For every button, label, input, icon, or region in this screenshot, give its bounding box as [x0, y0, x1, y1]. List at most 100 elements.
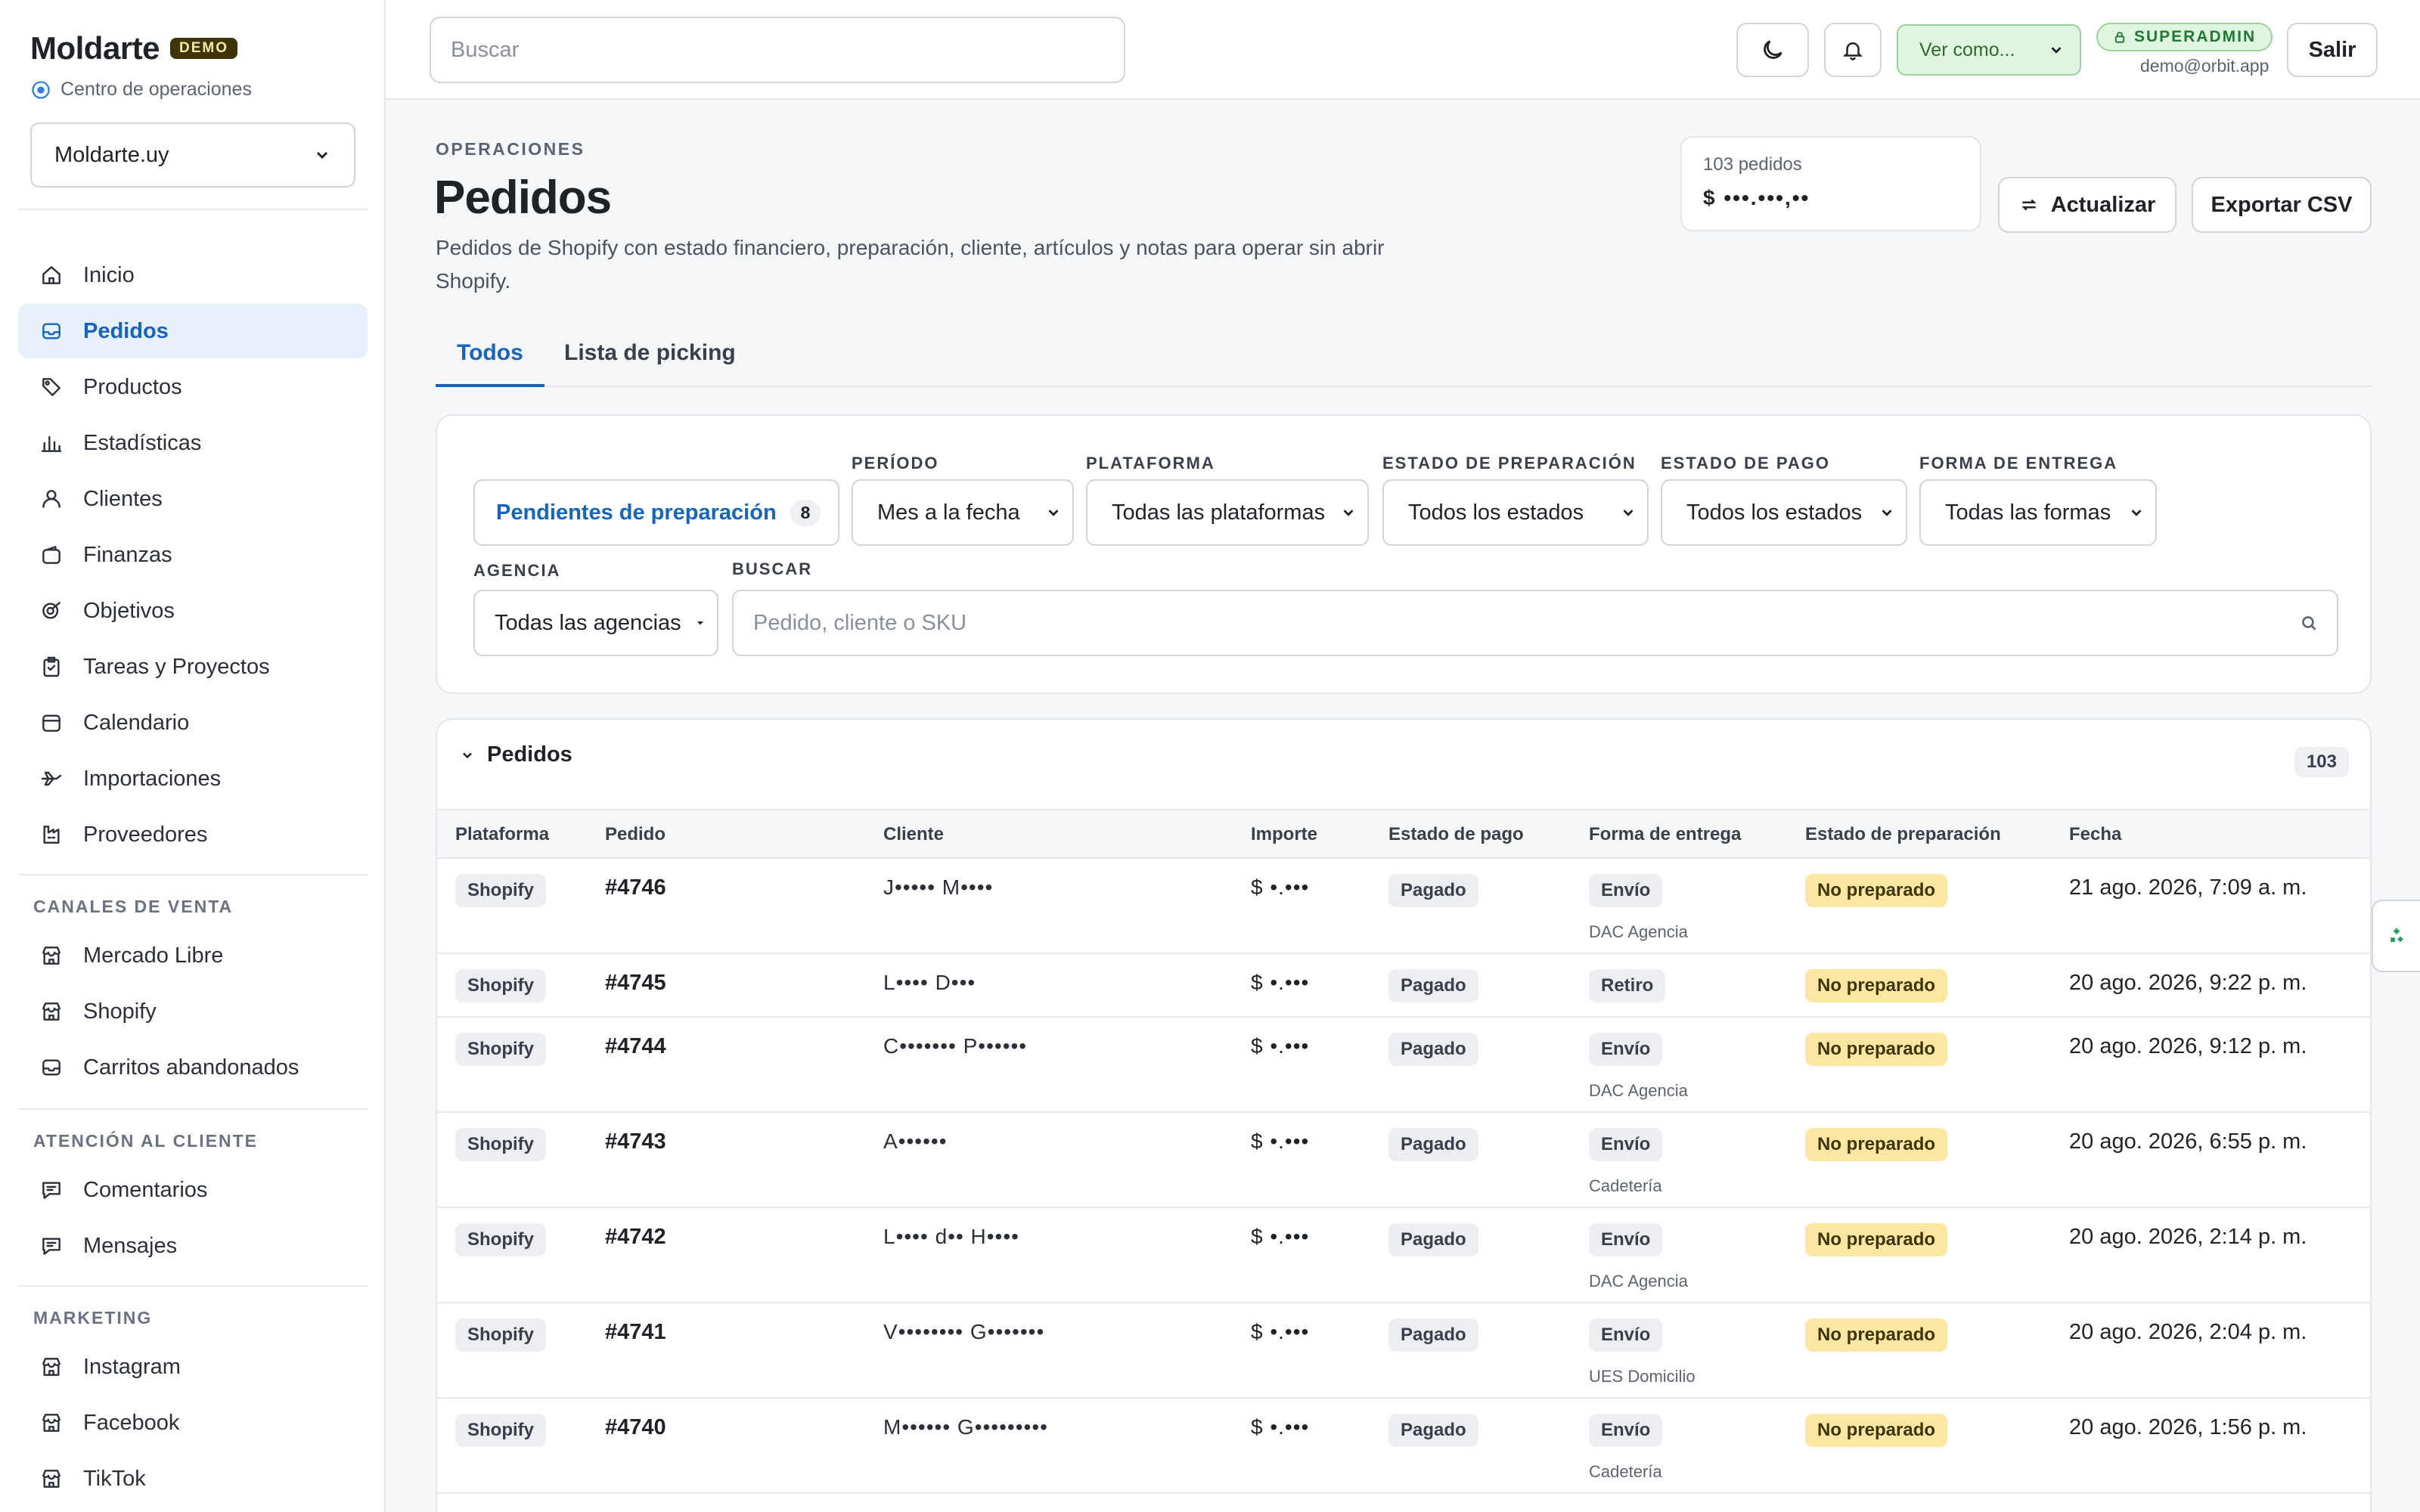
lock-icon: [2114, 32, 2125, 43]
payment-status-label: ESTADO DE PAGO: [1661, 454, 1830, 472]
sidebar-item-shopify[interactable]: Shopify: [18, 984, 368, 1039]
sidebar-item-pedidos[interactable]: Pedidos: [18, 304, 368, 358]
tab-todos[interactable]: Todos: [436, 340, 544, 387]
sidebar-item-finanzas[interactable]: Finanzas: [18, 528, 368, 582]
notifications-button[interactable]: [1824, 23, 1882, 77]
preparation-status-badge: No preparado: [1805, 874, 1948, 907]
sidebar-item-label: Tareas y Proyectos: [83, 654, 270, 679]
sidebar-item-calendario[interactable]: Calendario: [18, 696, 368, 750]
pending-preparation-label: Pendientes de preparación: [496, 500, 777, 525]
sidebar-item-label: Finanzas: [83, 542, 172, 567]
column-header[interactable]: Plataforma: [455, 824, 549, 845]
sidebar-item-facebook[interactable]: Facebook: [18, 1396, 368, 1450]
sidebar-item-instagram[interactable]: Instagram: [18, 1340, 368, 1394]
column-header[interactable]: Fecha: [2069, 824, 2121, 845]
sidebar-item-inicio[interactable]: Inicio: [18, 248, 368, 302]
sidebar-item-label: Inicio: [83, 262, 135, 287]
table-row[interactable]: Shopify #4741 V•••••••• G••••••• $ •.••• Pag…: [437, 1303, 2370, 1399]
column-header[interactable]: Forma de entrega: [1589, 824, 1741, 845]
table-row[interactable]: Shopify #4746 J••••• M•••• $ •.••• Pagado Env…: [437, 859, 2370, 954]
sidebar-item-label: Mensajes: [83, 1233, 178, 1258]
order-number-link[interactable]: #4742: [605, 1225, 666, 1250]
order-number-link[interactable]: #4745: [605, 971, 666, 996]
page-title: Pedidos: [434, 172, 612, 224]
section-title-support: ATENCIÓN AL CLIENTE: [33, 1131, 258, 1151]
delivery-method-badge: Envío: [1589, 1128, 1663, 1161]
sidebar-item-estadisticas[interactable]: Estadísticas: [18, 416, 368, 470]
order-number-link[interactable]: #4741: [605, 1320, 666, 1345]
table-row[interactable]: Shopify #4745 L•••• D••• $ •.••• Pagado Retir…: [437, 954, 2370, 1018]
sidebar-item-comentarios[interactable]: Comentarios: [18, 1163, 368, 1217]
table-row[interactable]: Shopify #4740 M•••••• G••••••••• $ •.••• Pag…: [437, 1399, 2370, 1494]
export-csv-button[interactable]: Exportar CSV: [2192, 177, 2372, 233]
summary-count: 103 pedidos: [1703, 154, 1802, 175]
sidebar-item-productos[interactable]: Productos: [18, 360, 368, 414]
global-search-input[interactable]: Buscar: [430, 17, 1125, 83]
sidebar-item-mensajes[interactable]: Mensajes: [18, 1219, 368, 1273]
theme-toggle-button[interactable]: [1736, 23, 1809, 77]
order-number-link[interactable]: #4746: [605, 875, 666, 900]
order-date: 20 ago. 2026, 9:22 p. m.: [2069, 971, 2307, 995]
sidebar-item-objetivos[interactable]: Objetivos: [18, 584, 368, 638]
pending-preparation-filter-button[interactable]: Pendientes de preparación 8: [473, 479, 839, 546]
column-header[interactable]: Estado de pago: [1388, 824, 1524, 845]
platform-badge: Shopify: [455, 969, 546, 1002]
order-amount: $ •.•••: [1251, 1415, 1310, 1439]
sidebar-item-carritos-abandonados[interactable]: Carritos abandonados: [18, 1040, 368, 1095]
order-number-link[interactable]: #4744: [605, 1034, 666, 1059]
sidebar-item-label: Comentarios: [83, 1177, 208, 1202]
view-as-value: Ver como...: [1919, 39, 2015, 60]
order-number-link[interactable]: #4740: [605, 1415, 666, 1440]
sidebar-item-tiktok[interactable]: TikTok: [18, 1452, 368, 1506]
view-as-select[interactable]: Ver como...: [1897, 24, 2081, 76]
refresh-label: Actualizar: [2050, 192, 2156, 217]
orders-search-input[interactable]: Pedido, cliente o SKU: [732, 590, 2338, 656]
orders-section-title: Pedidos: [487, 742, 572, 767]
period-select[interactable]: Mes a la fecha: [852, 479, 1074, 546]
column-header[interactable]: Pedido: [605, 824, 666, 845]
delivery-method-badge: Envío: [1589, 1033, 1663, 1066]
sidebar-item-clientes[interactable]: Clientes: [18, 472, 368, 526]
platform-badge: Shopify: [455, 1318, 546, 1352]
sidebar-item-importaciones[interactable]: Importaciones: [18, 751, 368, 806]
tab-picking-list[interactable]: Lista de picking: [543, 340, 757, 387]
payment-status-badge: Pagado: [1388, 1033, 1478, 1066]
store-icon: [42, 1358, 60, 1376]
sidebar-divider: [18, 1108, 368, 1110]
sidebar: Moldarte DEMO Centro de operaciones Mold…: [0, 0, 386, 1512]
organization-select[interactable]: Moldarte.uy: [30, 122, 355, 187]
assistant-side-tab[interactable]: [2372, 900, 2420, 972]
calendar-icon: [42, 714, 60, 732]
orders-section-toggle[interactable]: Pedidos: [460, 742, 572, 767]
order-number-link[interactable]: #4743: [605, 1129, 666, 1154]
chevron-down-icon: [1882, 510, 1892, 516]
delivery-method-select[interactable]: Todas las formas: [1919, 479, 2157, 546]
user-icon: [42, 490, 60, 508]
platform-select[interactable]: Todas las plataformas: [1086, 479, 1369, 546]
sidebar-divider: [18, 1285, 368, 1287]
refresh-button[interactable]: Actualizar: [1998, 177, 2176, 233]
sidebar-item-proveedores[interactable]: Proveedores: [18, 807, 368, 862]
brand: Moldarte DEMO: [30, 30, 238, 67]
sidebar-item-mercado-libre[interactable]: Mercado Libre: [18, 928, 368, 983]
customer-name: L•••• d•• H••••: [883, 1225, 1019, 1248]
order-amount: $ •.•••: [1251, 1320, 1310, 1343]
sidebar-item-label: Shopify: [83, 999, 157, 1024]
preparation-status-select[interactable]: Todos los estados: [1382, 479, 1649, 546]
table-row[interactable]: Shopify #4742 L•••• d•• H•••• $ •.••• Pagado…: [437, 1208, 2370, 1303]
payment-status-select[interactable]: Todos los estados: [1661, 479, 1907, 546]
sidebar-item-tareas-y-proyectos[interactable]: Tareas y Proyectos: [18, 640, 368, 694]
payment-status-value: Todos los estados: [1686, 500, 1863, 525]
column-header[interactable]: Estado de preparación: [1805, 824, 2001, 845]
table-row[interactable]: Shopify #4744 C••••••• P•••••• $ •.••• Pagad…: [437, 1018, 2370, 1113]
agency-select[interactable]: Todas las agencias: [473, 590, 718, 656]
column-header[interactable]: Cliente: [883, 824, 944, 845]
orders-total-badge: 103: [2294, 747, 2349, 777]
workspace-subtitle: Centro de operaciones: [30, 79, 252, 101]
column-header[interactable]: Importe: [1251, 824, 1317, 845]
refresh-icon: [2021, 199, 2037, 211]
table-row[interactable]: Shopify #4743 A•••••• $ •.••• Pagado Envío Cad…: [437, 1113, 2370, 1208]
platform-badge: Shopify: [455, 1414, 546, 1447]
search-label: BUSCAR: [732, 559, 813, 578]
logout-button[interactable]: Salir: [2287, 23, 2378, 77]
